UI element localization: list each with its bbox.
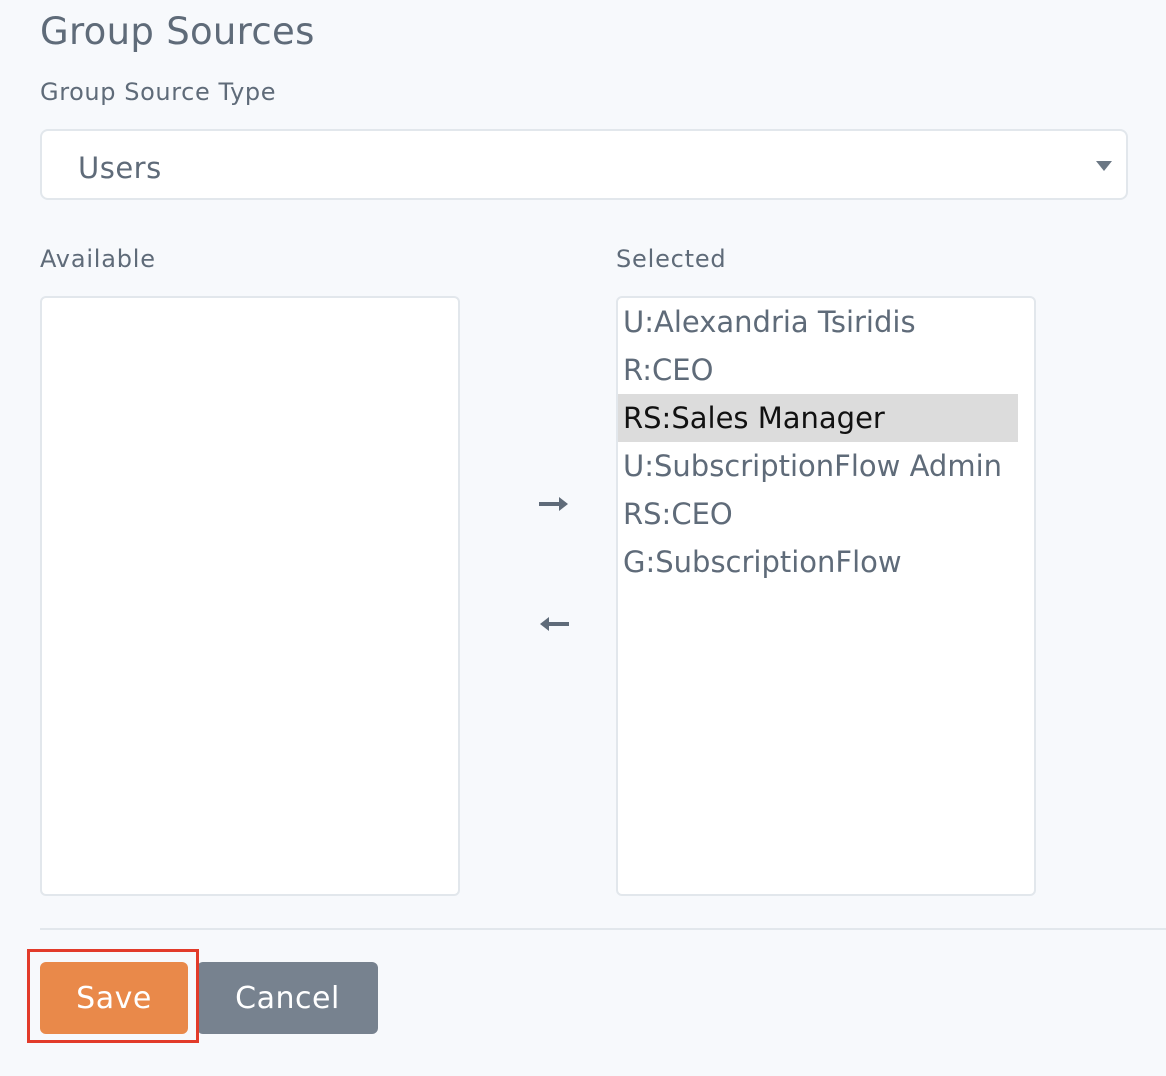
cancel-button[interactable]: Cancel: [197, 962, 378, 1034]
save-button[interactable]: Save: [40, 962, 188, 1034]
group-source-type-label: Group Source Type: [40, 78, 277, 106]
page-title: Group Sources: [40, 10, 315, 53]
available-label: Available: [40, 245, 156, 273]
caret-down-icon: [1096, 161, 1112, 171]
move-left-button[interactable]: [530, 604, 578, 644]
available-listbox[interactable]: [40, 296, 460, 896]
group-sources-page: Group Sources Group Source Type Users Av…: [0, 0, 1166, 1076]
selected-label: Selected: [616, 245, 727, 273]
arrow-right-icon: [539, 497, 568, 511]
divider: [40, 928, 1166, 930]
list-item[interactable]: G:SubscriptionFlow: [618, 538, 1018, 586]
selected-items: U:Alexandria Tsiridis R:CEO RS:Sales Manag…: [618, 298, 1018, 586]
selected-listbox[interactable]: U:Alexandria Tsiridis R:CEO RS:Sales Manag…: [616, 296, 1036, 896]
list-item[interactable]: RS:CEO: [618, 490, 1018, 538]
move-right-button[interactable]: [530, 484, 578, 524]
list-item[interactable]: U:SubscriptionFlow Admin: [618, 442, 1018, 490]
list-item[interactable]: U:Alexandria Tsiridis: [618, 298, 1018, 346]
arrow-left-icon: [540, 617, 569, 631]
list-item[interactable]: RS:Sales Manager: [618, 394, 1018, 442]
group-source-type-select[interactable]: Users: [40, 129, 1128, 200]
list-item[interactable]: R:CEO: [618, 346, 1018, 394]
group-source-type-value: Users: [78, 151, 162, 185]
